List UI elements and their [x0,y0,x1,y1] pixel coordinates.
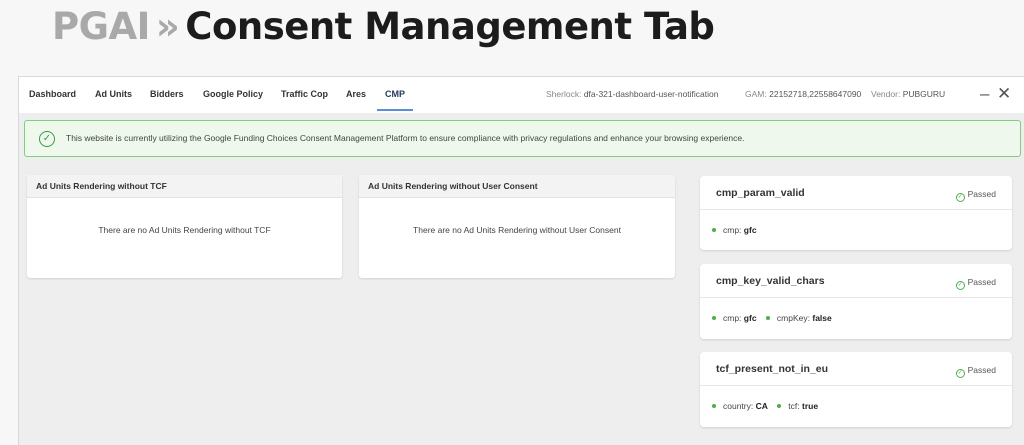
param-item: cmp: gfc [712,313,757,323]
gam-label: GAM: [745,89,767,99]
check-name: cmp_key_valid_chars [716,275,825,287]
param-item: country: CA [712,401,768,411]
check-params: country: CA tcf: true [712,401,825,411]
empty-message: There are no Ad Units Rendering without … [98,225,271,235]
check-circle-icon: ✓ [955,281,965,290]
gam-value: 22152718,22558647090 [769,89,862,99]
bullet-icon [712,316,716,320]
bullet-icon [712,228,716,232]
tab-bar: Dashboard Ad Units Bidders Google Policy… [19,77,1024,113]
check-params: cmp: gfc [712,225,764,235]
check-name: cmp_param_valid [716,187,805,199]
gam-info: GAM: 22152718,22558647090 [745,89,861,99]
check-tcf-present-not-in-eu: tcf_present_not_in_eu ✓ Passed country: C… [700,352,1012,427]
cmp-alert: ✓ This website is currently utilizing th… [24,120,1021,157]
check-circle-icon: ✓ [955,193,965,202]
sherlock-label: Sherlock: [546,89,582,99]
vendor-info: Vendor: PUBGURU [871,89,945,99]
tab-cmp[interactable]: CMP [377,89,413,111]
brand-prefix: PGAI [52,5,150,48]
tab-traffic-cop[interactable]: Traffic Cop [281,89,328,111]
param-item: tcf: true [777,401,818,411]
status-badge: ✓ Passed [955,189,996,202]
alert-message: This website is currently utilizing the … [66,133,745,143]
vendor-label: Vendor: [871,89,901,99]
check-circle-icon: ✓ [39,131,55,147]
tab-ad-units[interactable]: Ad Units [95,89,132,111]
minimize-icon[interactable]: – [980,85,989,103]
tab-ares[interactable]: Ares [346,89,366,111]
bullet-icon [777,404,782,408]
tab-google-policy[interactable]: Google Policy [203,89,263,111]
tab-bidders[interactable]: Bidders [150,89,184,111]
check-cmp-param-valid: cmp_param_valid ✓ Passed cmp: gfc [700,176,1012,250]
param-item: cmpKey: false [765,313,832,323]
card-title: Ad Units Rendering without TCF [27,175,342,198]
card-ad-units-without-tcf: Ad Units Rendering without TCF There are… [27,175,342,278]
check-params: cmp: gfc cmpKey: false [712,313,839,323]
vendor-value: PUBGURU [902,89,946,99]
page-title: PGAI» Consent Management Tab [52,4,715,50]
check-circle-icon: ✓ [955,369,965,378]
param-item: cmp: gfc [712,225,757,235]
extension-panel: Dashboard Ad Units Bidders Google Policy… [18,76,1024,445]
sherlock-value: dfa-321-dashboard-user-notification [583,89,719,99]
breadcrumb-separator: » [155,5,180,48]
check-cmp-key-valid-chars: cmp_key_valid_chars ✓ Passed cmp: gfc cmp… [700,264,1012,339]
empty-message: There are no Ad Units Rendering without … [413,225,621,235]
title-text: Consent Management Tab [185,5,715,48]
close-icon[interactable]: ✕ [997,85,1011,103]
status-badge: ✓ Passed [955,277,996,290]
status-badge: ✓ Passed [955,365,996,378]
tab-dashboard[interactable]: Dashboard [29,89,76,111]
card-ad-units-without-consent: Ad Units Rendering without User Consent … [359,175,675,278]
card-title: Ad Units Rendering without User Consent [359,175,675,198]
check-name: tcf_present_not_in_eu [716,363,829,375]
sherlock-info: Sherlock: dfa-321-dashboard-user-notific… [546,89,718,99]
bullet-icon [765,316,770,320]
bullet-icon [712,404,716,408]
